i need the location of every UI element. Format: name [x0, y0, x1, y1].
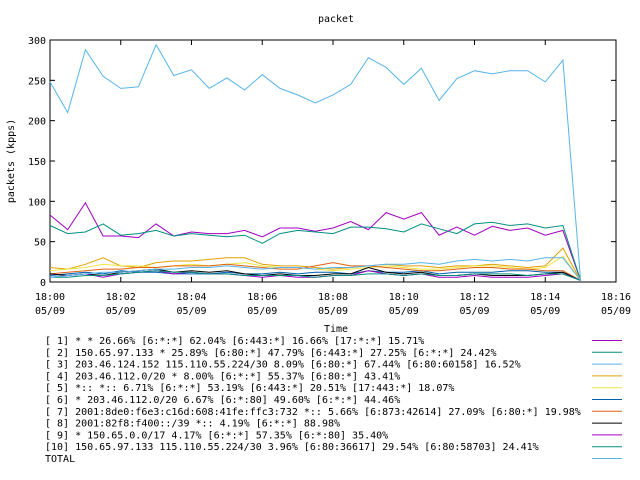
x-tick-label-time: 18:04	[176, 292, 206, 303]
y-tick-label: 250	[28, 76, 46, 87]
y-tick-label: 150	[28, 157, 46, 168]
x-tick-label-time: 18:08	[318, 292, 348, 303]
x-tick-label-date: 05/09	[318, 306, 348, 317]
x-tick-label-date: 05/09	[35, 306, 65, 317]
legend-label: [10] 150.65.97.133 115.110.55.224/30 3.9…	[45, 442, 539, 453]
x-tick-label-time: 18:00	[35, 292, 65, 303]
packet-chart: packet 0 50 100 150 200 250 300 18:00 05/09 18:0…	[6, 14, 631, 465]
plot-frame	[49, 39, 617, 283]
x-tick-label-date: 05/09	[530, 306, 560, 317]
legend-label: TOTAL	[45, 454, 75, 465]
x-tick-label-time: 18:16	[601, 292, 631, 303]
x-tick-label-date: 05/09	[459, 306, 489, 317]
y-tick-label: 300	[28, 36, 46, 47]
legend-label: [ 3] 203.46.124.152 115.110.55.224/30 8.…	[45, 360, 521, 371]
series-lines	[49, 43, 582, 281]
y-tick-label: 100	[28, 197, 46, 208]
x-tick-label-time: 18:10	[389, 292, 419, 303]
legend-label: [ 9] * 150.65.0.0/17 4.17% [6:*:*] 57.35…	[45, 430, 388, 441]
legend-label: [ 2] 150.65.97.133 * 25.89% [6:80:*] 47.…	[45, 348, 497, 359]
x-tick-label-date: 05/09	[247, 306, 277, 317]
legend-label: [ 7] 2001:8de0:f6e3:c16d:608:41fe:ffc3:7…	[45, 407, 581, 418]
y-tick-label: 50	[34, 238, 46, 249]
x-tick-label-time: 18:12	[459, 292, 489, 303]
legend-label: [ 6] * 203.46.112.0/20 6.67% [6:*:80] 49…	[45, 395, 400, 406]
legend-label: [ 4] 203.46.112.0/20 * 8.00% [6:*:*] 55.…	[45, 371, 400, 382]
legend: [ 1] * * 26.66% [6:*:*] 62.04% [6:443:*]…	[45, 336, 622, 465]
y-tick-label: 200	[28, 117, 46, 128]
y-tick-label: 0	[40, 278, 46, 289]
series-line-3	[49, 43, 582, 281]
x-tick-label-date: 05/09	[176, 306, 206, 317]
y-axis-label: packets (kpps)	[6, 119, 17, 203]
x-tick-label-time: 18:14	[530, 292, 560, 303]
x-tick-label-time: 18:06	[247, 292, 277, 303]
x-axis-label: Time	[324, 324, 348, 335]
x-tick-label-date: 05/09	[601, 306, 631, 317]
x-tick-label-date: 05/09	[106, 306, 136, 317]
legend-label: [ 8] 2001:82f8:f400::/39 *:: 4.19% [6:*:…	[45, 419, 340, 430]
legend-label: [ 1] * * 26.66% [6:*:*] 62.04% [6:443:*]…	[45, 336, 424, 347]
legend-label: [ 5] *:: *:: 6.71% [6:*:*] 53.19% [6:443…	[45, 383, 454, 394]
x-tick-label-time: 18:02	[106, 292, 136, 303]
y-axis: 0 50 100 150 200 250 300	[28, 36, 616, 289]
chart-title: packet	[318, 14, 354, 25]
x-tick-label-date: 05/09	[389, 306, 419, 317]
